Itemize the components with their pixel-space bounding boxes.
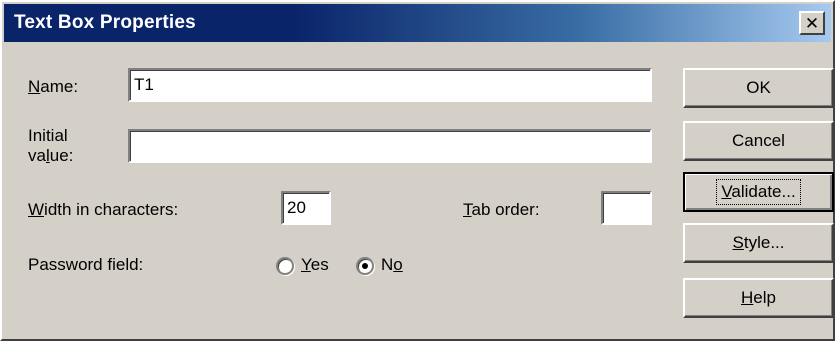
- name-label: Name:: [28, 77, 79, 96]
- initial-value-label: Initial value:: [28, 126, 74, 165]
- help-button[interactable]: Help: [683, 278, 834, 318]
- tab-order-label: Tab order:: [463, 200, 540, 219]
- initial-value-input[interactable]: [128, 129, 652, 163]
- validate-label: Validate...: [716, 179, 801, 205]
- password-no-label[interactable]: No: [381, 255, 403, 275]
- style-label: Style...: [732, 233, 785, 252]
- title-bar[interactable]: Text Box Properties ✕: [4, 4, 831, 42]
- validate-button[interactable]: Validate...: [683, 172, 834, 212]
- text-box-properties-dialog: Text Box Properties ✕ Name: Initial valu…: [0, 0, 835, 341]
- password-yes-label[interactable]: Yes: [301, 255, 329, 275]
- width-label: Width in characters:: [28, 200, 179, 219]
- help-label: Help: [741, 288, 776, 307]
- dialog-title: Text Box Properties: [14, 12, 196, 33]
- radio-selected-dot: [362, 263, 368, 269]
- password-yes-radio[interactable]: [276, 257, 294, 275]
- password-field-label: Password field:: [28, 255, 144, 274]
- tab-order-input[interactable]: [601, 191, 652, 225]
- cancel-button[interactable]: Cancel: [683, 121, 834, 161]
- name-input[interactable]: [128, 68, 652, 102]
- close-icon: ✕: [804, 13, 820, 33]
- password-no-radio[interactable]: [356, 257, 374, 275]
- close-button[interactable]: ✕: [799, 11, 825, 35]
- width-input[interactable]: [281, 191, 331, 225]
- style-button[interactable]: Style...: [683, 223, 834, 263]
- ok-button[interactable]: OK: [683, 68, 834, 108]
